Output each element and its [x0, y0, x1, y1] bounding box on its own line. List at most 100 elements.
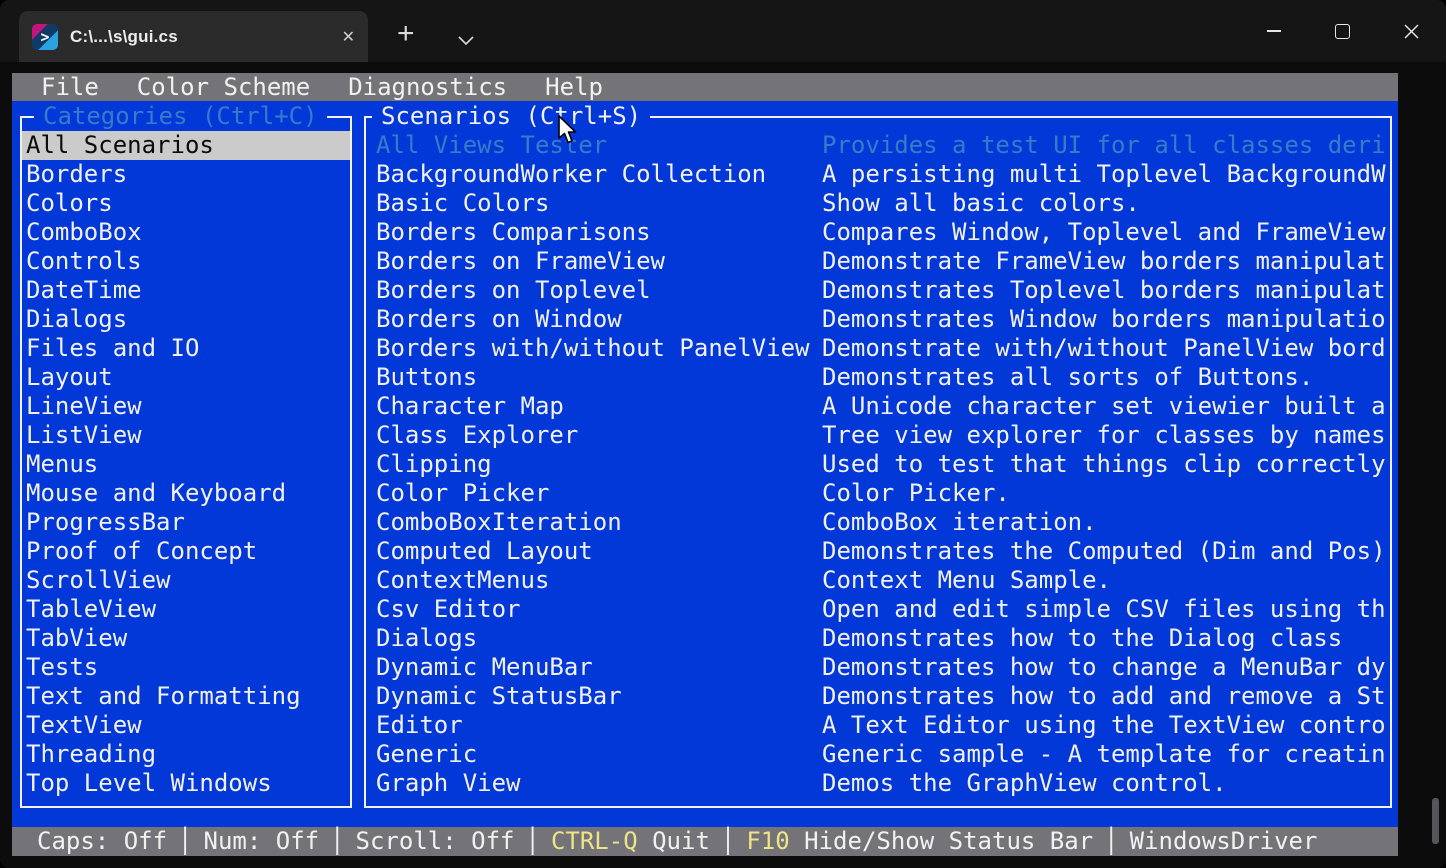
category-row[interactable]: Text and Formatting [22, 682, 350, 711]
category-row[interactable]: Proof of Concept [22, 537, 350, 566]
tab-title: C:\...\s\gui.cs [70, 27, 178, 47]
scenario-description: Provides a test UI for all classes deri [822, 131, 1390, 160]
category-row[interactable]: Mouse and Keyboard [22, 479, 350, 508]
menu-item-file[interactable]: File [41, 73, 99, 101]
scenario-description: Demonstrates Toplevel borders manipulat [822, 276, 1390, 305]
scenario-description: Context Menu Sample. [822, 566, 1390, 595]
status-separator: │ [178, 827, 192, 856]
close-button[interactable] [1377, 0, 1446, 62]
tab-dropdown-icon[interactable] [458, 31, 474, 50]
scenario-description: Color Picker. [822, 479, 1390, 508]
scenario-description: Demos the GraphView control. [822, 769, 1390, 798]
minimize-button[interactable] [1239, 0, 1308, 62]
close-icon [1404, 24, 1419, 39]
maximize-button[interactable] [1308, 0, 1377, 62]
title-bar: > C:\...\s\gui.cs ✕ + [0, 0, 1446, 62]
scenario-name: Basic Colors [366, 189, 822, 218]
categories-frame: Categories (Ctrl+C) All ScenariosBorders… [20, 116, 352, 808]
scenario-description: Compares Window, Toplevel and FrameView [822, 218, 1390, 247]
scenario-row[interactable]: ClippingUsed to test that things clip co… [366, 450, 1390, 479]
scenario-name: Buttons [366, 363, 822, 392]
scenario-name: Dynamic MenuBar [366, 653, 822, 682]
scenario-name: All Views Tester [366, 131, 822, 160]
category-row[interactable]: TabView [22, 624, 350, 653]
status-separator: │ [1104, 827, 1118, 856]
new-tab-button[interactable]: + [397, 17, 415, 51]
scenario-row[interactable]: Borders on ToplevelDemonstrates Toplevel… [366, 276, 1390, 305]
status-item-windowsdriver: WindowsDriver [1130, 827, 1318, 856]
tab-close-icon[interactable]: ✕ [342, 27, 355, 47]
scenario-name: Graph View [366, 769, 822, 798]
scenario-row[interactable]: Borders ComparisonsCompares Window, Topl… [366, 218, 1390, 247]
category-row[interactable]: Threading [22, 740, 350, 769]
scenarios-frame-title: Scenarios (Ctrl+S) [372, 101, 650, 131]
status-separator: │ [526, 827, 540, 856]
scenario-row[interactable]: Csv EditorOpen and edit simple CSV files… [366, 595, 1390, 624]
window-controls [1239, 0, 1446, 62]
category-row[interactable]: Controls [22, 247, 350, 276]
scrollbar-thumb[interactable] [1432, 798, 1439, 844]
category-row[interactable]: Tests [22, 653, 350, 682]
scenario-row[interactable]: Class ExplorerTree view explorer for cla… [366, 421, 1390, 450]
category-row[interactable]: Dialogs [22, 305, 350, 334]
scenario-row[interactable]: EditorA Text Editor using the TextView c… [366, 711, 1390, 740]
status-item-scroll-off: Scroll: Off [356, 827, 515, 856]
category-row[interactable]: Layout [22, 363, 350, 392]
scenario-row[interactable]: Borders on WindowDemonstrates Window bor… [366, 305, 1390, 334]
category-row[interactable]: Top Level Windows [22, 769, 350, 798]
menu-item-diagnostics[interactable]: Diagnostics [348, 73, 507, 101]
scenario-row[interactable]: Basic ColorsShow all basic colors. [366, 189, 1390, 218]
scenario-description: Demonstrates the Computed (Dim and Pos) [822, 537, 1390, 566]
scenario-row[interactable]: Color PickerColor Picker. [366, 479, 1390, 508]
status-item-hide-show-status-bar[interactable]: F10 Hide/Show Status Bar [746, 827, 1093, 856]
scenario-row[interactable]: Dynamic StatusBarDemonstrates how to add… [366, 682, 1390, 711]
menu-item-help[interactable]: Help [545, 73, 603, 101]
category-row[interactable]: ListView [22, 421, 350, 450]
category-row[interactable]: DateTime [22, 276, 350, 305]
scenario-name: Computed Layout [366, 537, 822, 566]
scenario-row[interactable]: GenericGeneric sample - A template for c… [366, 740, 1390, 769]
scenario-row[interactable]: ContextMenusContext Menu Sample. [366, 566, 1390, 595]
scenario-row[interactable]: Borders with/without PanelViewDemonstrat… [366, 334, 1390, 363]
scenario-row[interactable]: ComboBoxIterationComboBox iteration. [366, 508, 1390, 537]
category-row[interactable]: ProgressBar [22, 508, 350, 537]
scenario-name: Character Map [366, 392, 822, 421]
category-row[interactable]: Borders [22, 160, 350, 189]
category-row[interactable]: ScrollView [22, 566, 350, 595]
scenario-row[interactable]: ButtonsDemonstrates all sorts of Buttons… [366, 363, 1390, 392]
scenario-name: Class Explorer [366, 421, 822, 450]
status-separator: │ [721, 827, 735, 856]
scenario-name: Borders Comparisons [366, 218, 822, 247]
scenario-name: Borders on Toplevel [366, 276, 822, 305]
scenario-row[interactable]: Borders on FrameViewDemonstrate FrameVie… [366, 247, 1390, 276]
scenario-row[interactable]: Character MapA Unicode character set vie… [366, 392, 1390, 421]
status-item-caps-off: Caps: Off [37, 827, 167, 856]
category-row[interactable]: All Scenarios [22, 131, 350, 160]
scenario-name: Borders with/without PanelView [366, 334, 822, 363]
scenario-row[interactable]: Computed LayoutDemonstrates the Computed… [366, 537, 1390, 566]
menu-item-color-scheme[interactable]: Color Scheme [137, 73, 310, 101]
terminal-tab[interactable]: > C:\...\s\gui.cs ✕ [19, 11, 368, 62]
scenario-name: Clipping [366, 450, 822, 479]
scenario-row[interactable]: Dynamic MenuBarDemonstrates how to chang… [366, 653, 1390, 682]
status-bar: Caps: Off│Num: Off│Scroll: Off│CTRL-Q Qu… [12, 827, 1398, 856]
scenario-description: Demonstrates how to add and remove a St [822, 682, 1390, 711]
scenario-name: Dialogs [366, 624, 822, 653]
category-row[interactable]: ComboBox [22, 218, 350, 247]
category-row[interactable]: TableView [22, 595, 350, 624]
category-row[interactable]: LineView [22, 392, 350, 421]
scenario-row[interactable]: All Views TesterProvides a test UI for a… [366, 131, 1390, 160]
category-row[interactable]: Menus [22, 450, 350, 479]
status-item-quit[interactable]: CTRL-Q Quit [551, 827, 710, 856]
category-row[interactable]: TextView [22, 711, 350, 740]
scenario-description: Demonstrates how to change a MenuBar dy [822, 653, 1390, 682]
scenario-row[interactable]: Graph ViewDemos the GraphView control. [366, 769, 1390, 798]
category-row[interactable]: Colors [22, 189, 350, 218]
scenario-row[interactable]: BackgroundWorker CollectionA persisting … [366, 160, 1390, 189]
scenario-description: Demonstrates all sorts of Buttons. [822, 363, 1390, 392]
scenario-description: Demonstrate FrameView borders manipulat [822, 247, 1390, 276]
terminal-content: File Color Scheme Diagnostics Help Categori… [12, 62, 1398, 856]
category-row[interactable]: Files and IO [22, 334, 350, 363]
scenario-row[interactable]: DialogsDemonstrates how to the Dialog cl… [366, 624, 1390, 653]
categories-list: All ScenariosBordersColorsComboBoxContro… [22, 131, 350, 806]
